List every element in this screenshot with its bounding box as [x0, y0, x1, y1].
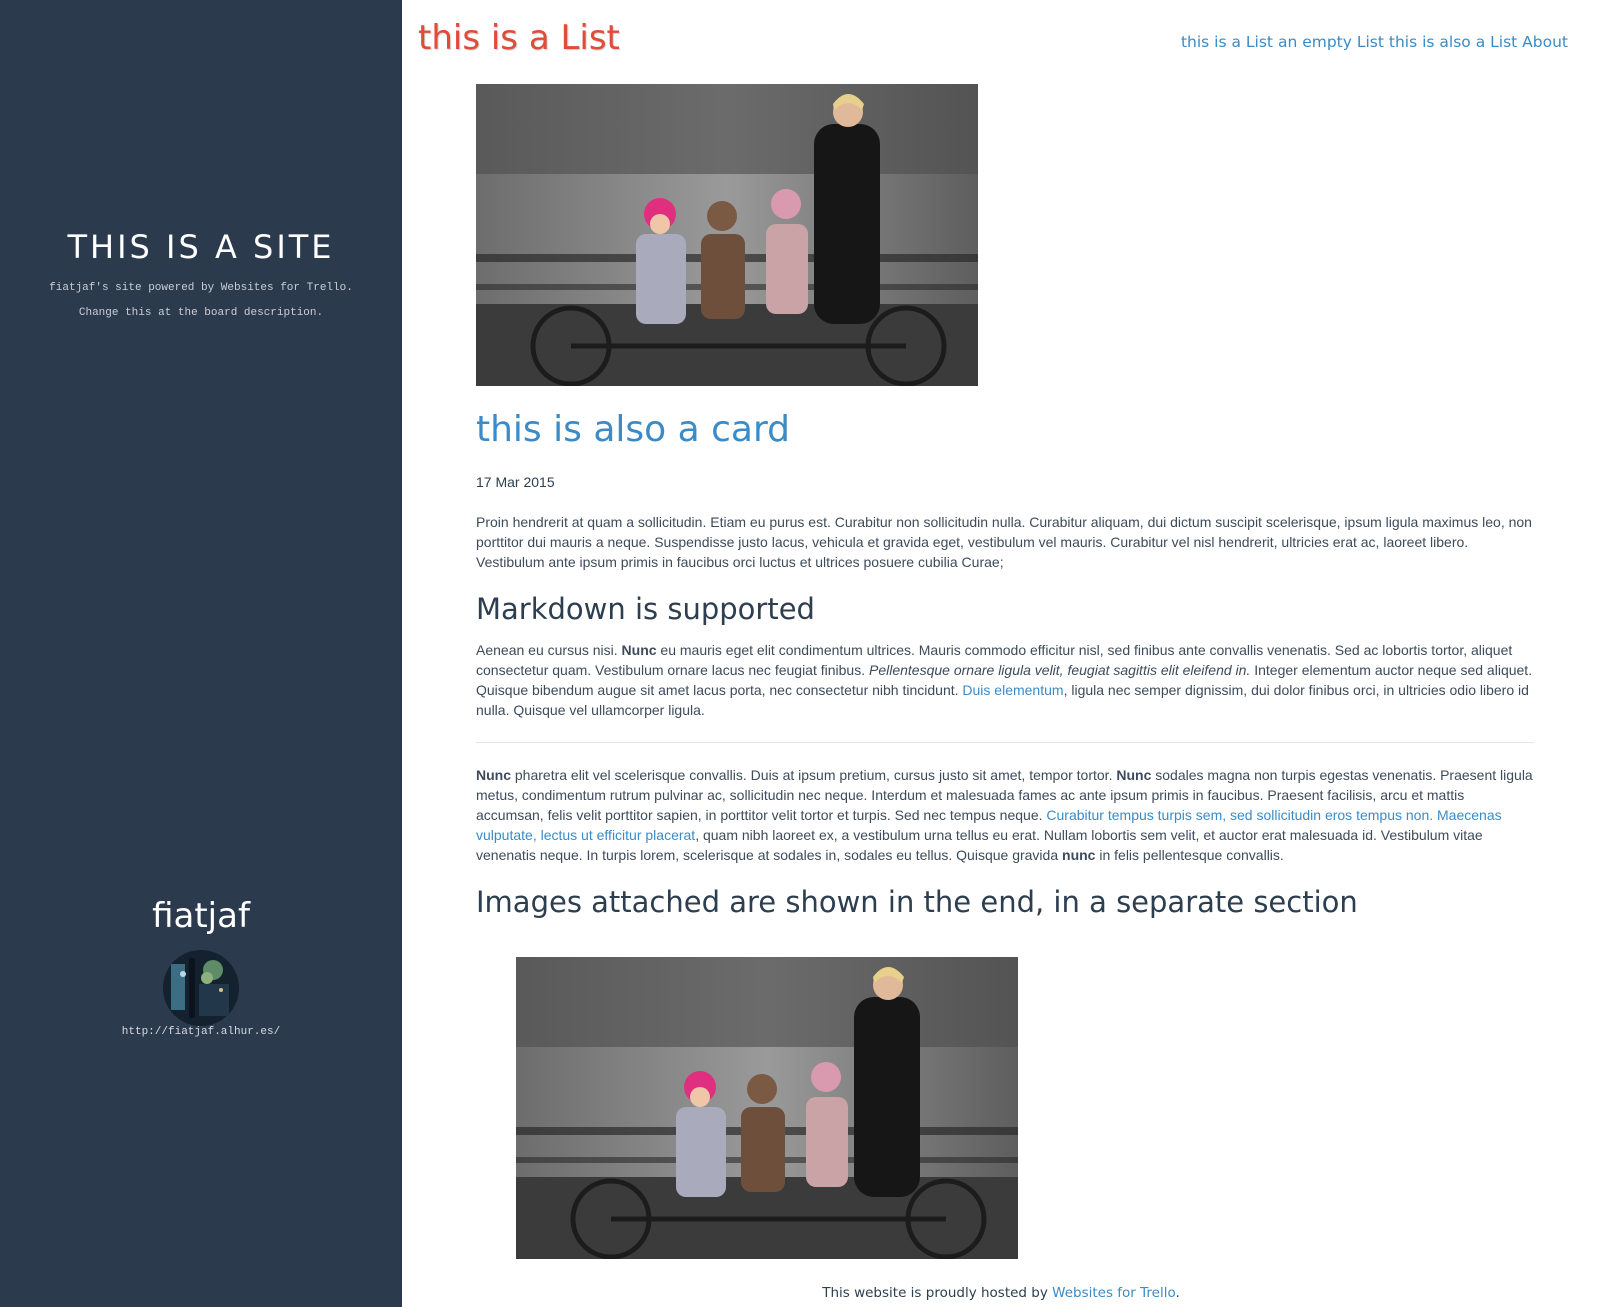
- attachment-photo: [516, 957, 1018, 1259]
- section-heading-markdown: Markdown is supported: [476, 592, 815, 626]
- bold-text: nunc: [1062, 847, 1096, 863]
- list-title: this is a List: [418, 18, 620, 58]
- site-description-line: Change this at the board description.: [78, 307, 324, 319]
- sidebar: THIS IS A SITE fiatjaf's site powered by…: [0, 0, 402, 1307]
- cover-photo: [476, 84, 978, 386]
- horizontal-rule: [476, 742, 1534, 743]
- nav-link-this-is-also-a-list[interactable]: this is also a List: [1389, 33, 1517, 51]
- card-title[interactable]: this is also a card: [476, 408, 1534, 452]
- text-span: in felis pellentesque convallis.: [1095, 847, 1284, 863]
- nav-link-this-is-a-list[interactable]: this is a List: [1181, 33, 1273, 51]
- section-heading-images: Images attached are shown in the end, in…: [476, 885, 1358, 919]
- avatar-image: [163, 950, 239, 1026]
- author-url-link[interactable]: http://fiatjaf.alhur.es/: [0, 1026, 402, 1038]
- nav-link-about[interactable]: About: [1522, 33, 1568, 51]
- card-cover-image[interactable]: [476, 84, 978, 386]
- footer-text: This website is proudly hosted by: [822, 1285, 1053, 1301]
- card-content: this is also a card 17 Mar 2015 Proin he…: [476, 84, 1534, 1259]
- site-title[interactable]: THIS IS A SITE: [0, 228, 402, 266]
- text-span: Aenean eu cursus nisi.: [476, 642, 622, 658]
- footer-link[interactable]: Websites for Trello: [1052, 1285, 1175, 1301]
- attachment-image[interactable]: [516, 957, 1018, 1259]
- site-description-line: fiatjaf's site powered by Websites for T…: [49, 282, 353, 294]
- bold-text: Nunc: [476, 767, 511, 783]
- footer-end: .: [1175, 1285, 1180, 1301]
- avatar: [163, 950, 239, 1026]
- italic-text: Pellentesque ornare ligula velit, feugia…: [869, 662, 1251, 678]
- attachments-gallery: [516, 957, 1534, 1259]
- bold-text: Nunc: [621, 642, 657, 658]
- card-date: 17 Mar 2015: [476, 474, 555, 490]
- nav-link-an-empty-list[interactable]: an empty List: [1278, 33, 1384, 51]
- author-name: fiatjaf: [152, 896, 250, 936]
- inline-link[interactable]: Duis elementum: [962, 682, 1063, 698]
- footer: This website is proudly hosted by Websit…: [402, 1285, 1600, 1301]
- bold-text: Nunc: [1116, 767, 1152, 783]
- card-paragraph: Proin hendrerit at quam a sollicitudin. …: [476, 514, 1532, 570]
- site-description: fiatjaf's site powered by Websites for T…: [0, 276, 402, 326]
- top-navigation: this is a List an empty List this is als…: [1181, 33, 1568, 51]
- card-paragraph: Nunc pharetra elit vel scelerisque conva…: [476, 765, 1534, 865]
- text-span: pharetra elit vel scelerisque convallis.…: [511, 767, 1117, 783]
- card-paragraph: Aenean eu cursus nisi. Nunc eu mauris eg…: [476, 640, 1534, 720]
